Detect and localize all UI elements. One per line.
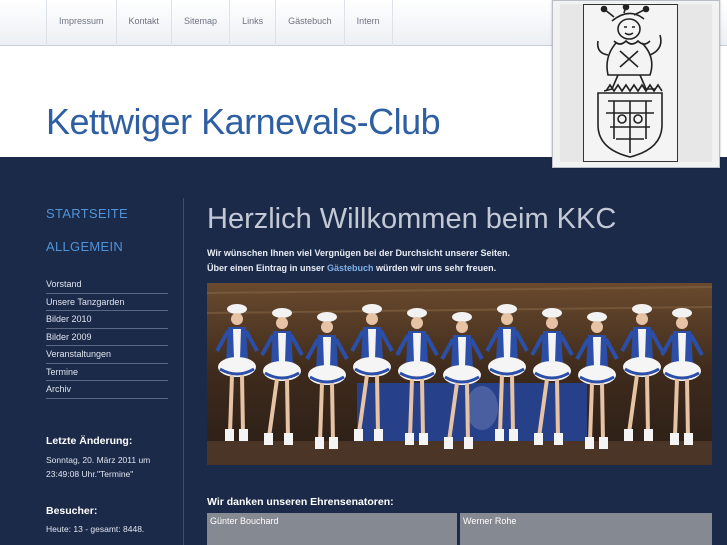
senators-table: Günter Bouchard Werner Rohe xyxy=(207,513,712,545)
nav-gaestebuch[interactable]: Gästebuch xyxy=(276,0,345,46)
senator-cell: Günter Bouchard xyxy=(207,513,457,545)
dance-group-photo xyxy=(207,283,712,465)
sidebar-item-veranstaltungen[interactable]: Veranstaltungen xyxy=(46,346,168,364)
sidebar-item-tanzgarden[interactable]: Unsere Tanzgarden xyxy=(46,294,168,311)
jester-crest-icon xyxy=(583,3,678,162)
nav-kontakt[interactable]: Kontakt xyxy=(117,0,173,46)
visitors-heading: Besucher: xyxy=(46,505,98,517)
nav-intern[interactable]: Intern xyxy=(345,0,393,46)
sidebar-item-bilder-2010[interactable]: Bilder 2010 xyxy=(46,311,168,329)
sidebar-item-termine[interactable]: Termine xyxy=(46,364,168,381)
last-change-heading: Letzte Änderung: xyxy=(46,435,133,447)
nav-links[interactable]: Links xyxy=(230,0,277,46)
nav-impressum[interactable]: Impressum xyxy=(46,0,117,46)
senators-heading: Wir danken unseren Ehrensenatoren: xyxy=(207,496,394,508)
sidebar: STARTSEITE ALLGEMEIN xyxy=(46,200,168,254)
sidebar-startseite[interactable]: STARTSEITE xyxy=(46,206,168,221)
visitors-count: Heute: 13 - gesamt: 8448. xyxy=(46,524,145,534)
club-logo[interactable] xyxy=(552,0,720,168)
sidebar-divider xyxy=(183,198,184,545)
guestbook-link[interactable]: Gästebuch xyxy=(327,263,374,273)
top-nav: Impressum Kontakt Sitemap Links Gästebuc… xyxy=(46,0,393,46)
sidebar-subnav: Vorstand Unsere Tanzgarden Bilder 2010 B… xyxy=(46,276,168,399)
page-title: Herzlich Willkommen beim KKC xyxy=(207,203,617,235)
sidebar-item-bilder-2009[interactable]: Bilder 2009 xyxy=(46,329,168,346)
sidebar-item-archiv[interactable]: Archiv xyxy=(46,381,168,399)
sidebar-allgemein[interactable]: ALLGEMEIN xyxy=(46,239,168,254)
nav-sitemap[interactable]: Sitemap xyxy=(172,0,231,46)
senator-cell: Werner Rohe xyxy=(460,513,712,545)
last-change-date: Sonntag, 20. März 2011 um 23:49:08 Uhr."… xyxy=(46,455,151,479)
intro-text: Wir wünschen Ihnen viel Vergnügen bei de… xyxy=(207,248,510,273)
sidebar-item-vorstand[interactable]: Vorstand xyxy=(46,276,168,294)
site-title: Kettwiger Karnevals-Club xyxy=(46,101,441,142)
